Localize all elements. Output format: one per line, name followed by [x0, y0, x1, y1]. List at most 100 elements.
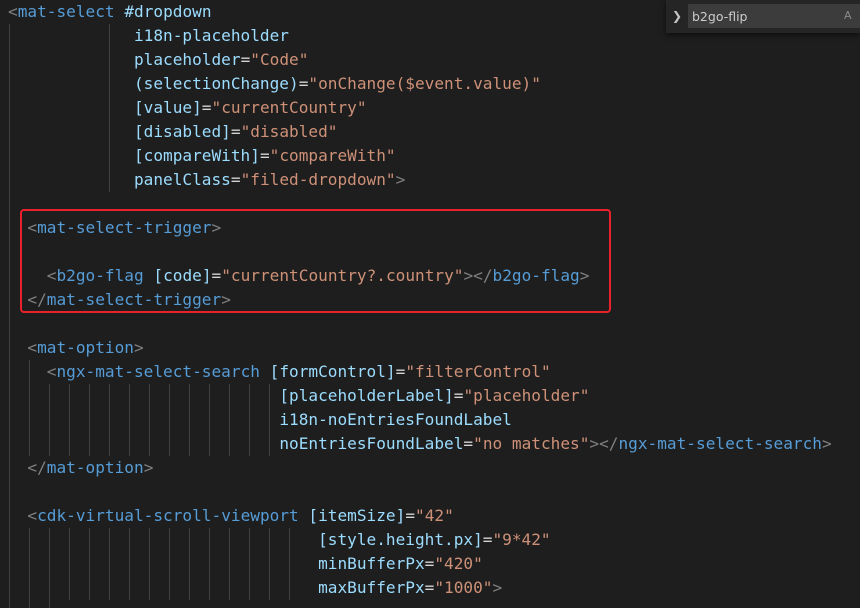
code-token: [compareWith]	[133, 146, 260, 165]
indent-guide	[9, 312, 10, 336]
code-token: ngx-mat-select-search	[618, 434, 822, 453]
code-line[interactable]: minBufferPx="420"	[8, 552, 860, 576]
code-token: "420"	[434, 554, 483, 573]
code-token: "filed-dropdown"	[240, 170, 396, 189]
indent-guide	[9, 240, 10, 264]
chevron-right-icon[interactable]: ❯	[670, 7, 684, 25]
code-token: ></	[589, 434, 619, 453]
code-token: >	[211, 218, 222, 237]
code-line[interactable]: [disabled]="disabled"	[8, 120, 860, 144]
code-line[interactable]: <b2go-flag [code]="currentCountry?.count…	[8, 264, 860, 288]
indent-guide	[9, 192, 10, 216]
code-token: noEntriesFoundLabel	[279, 434, 464, 453]
code-token: ></	[463, 266, 493, 285]
code-line[interactable]: (selectionChange)="onChange($event.value…	[8, 72, 860, 96]
code-line[interactable]	[8, 600, 860, 608]
code-line[interactable]: <mat-option>	[8, 336, 860, 360]
code-line[interactable]: [compareWith]="compareWith"	[8, 144, 860, 168]
code-token: "compareWith"	[269, 146, 396, 165]
code-token: [formControl]	[269, 362, 396, 381]
code-token: >	[143, 458, 154, 477]
code-line[interactable]: maxBufferPx="1000">	[8, 576, 860, 600]
match-case-toggle[interactable]: A	[844, 8, 852, 24]
code-token: "onChange($event.value)"	[308, 74, 541, 93]
code-token: >	[221, 290, 231, 309]
code-token: >	[492, 578, 503, 597]
code-token: >	[134, 338, 144, 357]
code-token: mat-option	[46, 458, 144, 477]
code-token: =	[240, 50, 251, 69]
code-token: placeholder	[133, 50, 241, 69]
code-line[interactable]	[8, 192, 860, 216]
code-token: b2go-flag	[492, 266, 580, 285]
code-token: i18n-placeholder	[133, 26, 289, 45]
code-token: =	[230, 170, 241, 189]
code-token: =	[395, 362, 406, 381]
code-token: b2go-flag	[56, 266, 144, 285]
code-token: maxBufferPx	[318, 578, 425, 597]
code-editor[interactable]: <mat-select #dropdown i18n-placeholder p…	[0, 0, 860, 608]
code-line[interactable]: </mat-select-trigger>	[8, 288, 860, 312]
code-line[interactable]: noEntriesFoundLabel="no matches"></ngx-m…	[8, 432, 860, 456]
code-token: #dropdown	[124, 2, 212, 21]
code-token: =	[211, 266, 222, 285]
find-input[interactable]	[688, 4, 860, 28]
indent-guide	[29, 600, 30, 608]
code-token: "disabled"	[240, 122, 338, 141]
find-widget: ❯ A	[666, 0, 860, 33]
code-line[interactable]	[8, 312, 860, 336]
code-token: [style.height.px]	[318, 530, 483, 549]
code-token: <	[27, 338, 38, 357]
code-line[interactable]	[8, 480, 860, 504]
code-token: <	[46, 266, 57, 285]
code-token: [placeholderLabel]	[279, 386, 454, 405]
code-line[interactable]: <cdk-virtual-scroll-viewport [itemSize]=…	[8, 504, 860, 528]
code-token: mat-select-trigger	[37, 218, 212, 237]
code-line[interactable]: <ngx-mat-select-search [formControl]="fi…	[8, 360, 860, 384]
code-line[interactable]: [placeholderLabel]="placeholder"	[8, 384, 860, 408]
code-token: <	[46, 362, 57, 381]
code-area[interactable]: <mat-select #dropdown i18n-placeholder p…	[8, 0, 860, 608]
code-line[interactable]: [value]="currentCountry"	[8, 96, 860, 120]
code-token: minBufferPx	[318, 554, 425, 573]
code-token: "filterControl"	[405, 362, 551, 381]
code-line[interactable]: i18n-noEntriesFoundLabel	[8, 408, 860, 432]
code-token: =	[259, 146, 270, 165]
code-token: panelClass	[133, 170, 231, 189]
code-line[interactable]	[8, 240, 860, 264]
code-token: ngx-mat-select-search	[56, 362, 260, 381]
code-token: =	[405, 506, 416, 525]
code-line[interactable]: <mat-select-trigger>	[8, 216, 860, 240]
code-token: >	[579, 266, 590, 285]
code-line[interactable]: panelClass="filed-dropdown">	[8, 168, 860, 192]
code-token: mat-select-trigger	[46, 290, 222, 309]
code-token: <	[27, 506, 38, 525]
code-token: =	[230, 122, 241, 141]
code-token: >	[821, 434, 832, 453]
code-line[interactable]: placeholder="Code"	[8, 48, 860, 72]
code-line[interactable]: </mat-option>	[8, 456, 860, 480]
code-token: =	[424, 554, 435, 573]
code-token: "currentCountry?.country"	[221, 266, 464, 285]
code-line[interactable]: [style.height.px]="9*42"	[8, 528, 860, 552]
code-token: =	[463, 434, 474, 453]
code-token: (selectionChange)	[133, 74, 299, 93]
code-token: [itemSize]	[308, 506, 406, 525]
indent-guide	[9, 480, 10, 504]
